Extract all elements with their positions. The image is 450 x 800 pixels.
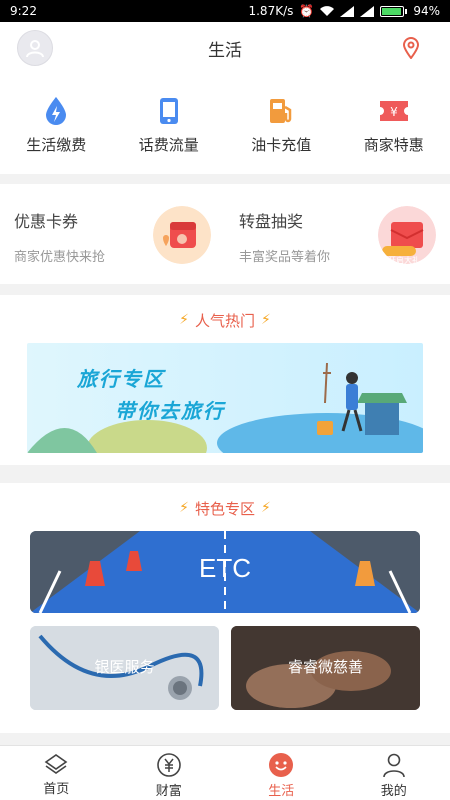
tab-label: 生活 bbox=[268, 784, 295, 799]
yen-coin-icon bbox=[156, 753, 181, 777]
bolt-icon: ⚡ bbox=[179, 500, 189, 516]
battery-percent: 94% bbox=[413, 4, 440, 18]
status-bar: 9:22 1.87K/s ⏰ 94% bbox=[0, 0, 450, 22]
travel-banner[interactable]: 旅行专区 带你去旅行 bbox=[27, 343, 423, 453]
hot-section-title: ⚡ 人气热门 ⚡ bbox=[0, 295, 450, 345]
tab-label: 财富 bbox=[155, 784, 182, 799]
location-pin-icon[interactable] bbox=[402, 37, 420, 59]
fuel-pump-icon bbox=[270, 99, 292, 123]
signal-icon bbox=[340, 5, 355, 17]
quick-action-label: 生活缴费 bbox=[26, 136, 87, 154]
water-drop-bolt-icon bbox=[46, 97, 67, 125]
tab-mine[interactable]: 我的 bbox=[338, 746, 450, 800]
quick-actions: 生活缴费 话费流量 油卡充值 ¥ 商家特惠 bbox=[0, 74, 450, 174]
page-title: 生活 bbox=[208, 40, 242, 61]
bottom-tab-bar: 首页 财富 生活 我的 bbox=[0, 745, 450, 800]
quick-action-fuel[interactable]: 油卡充值 bbox=[225, 74, 338, 174]
wifi-icon bbox=[320, 5, 335, 16]
etc-label: ETC bbox=[199, 553, 251, 583]
phone-icon bbox=[159, 98, 178, 124]
banner-line-2: 带你去旅行 bbox=[115, 399, 225, 423]
coupon-pouch-icon bbox=[153, 206, 211, 264]
network-speed: 1.87K/s bbox=[248, 4, 294, 18]
etc-banner[interactable]: ETC bbox=[30, 531, 420, 613]
smile-icon bbox=[269, 753, 294, 777]
home-icon bbox=[44, 754, 68, 774]
promo-coupons-card[interactable]: 优惠卡券 商家优惠快来抢 bbox=[0, 184, 225, 284]
quick-action-label: 商家特惠 bbox=[363, 136, 424, 154]
quick-action-label: 油卡充值 bbox=[251, 136, 312, 154]
svg-text:¥: ¥ bbox=[390, 105, 398, 119]
top-bar: 生活 bbox=[0, 22, 450, 74]
tab-life[interactable]: 生活 bbox=[225, 746, 338, 800]
gift-art-text: 开启大礼 bbox=[388, 256, 420, 265]
bolt-icon: ⚡ bbox=[261, 500, 271, 516]
quick-action-label: 话费流量 bbox=[138, 136, 199, 154]
card-label: 睿睿微慈善 bbox=[287, 658, 363, 676]
quick-action-phone[interactable]: 话费流量 bbox=[113, 74, 226, 174]
ticket-yen-icon: ¥ bbox=[379, 101, 408, 121]
alarm-icon: ⏰ bbox=[299, 4, 315, 18]
quick-action-merchant-deals[interactable]: ¥ 商家特惠 bbox=[338, 74, 450, 174]
section-title-text: 特色专区 bbox=[194, 499, 255, 518]
travel-banner-art bbox=[27, 362, 423, 453]
tab-label: 我的 bbox=[380, 784, 407, 799]
quick-action-utilities[interactable]: 生活缴费 bbox=[0, 74, 113, 174]
promo-lottery-card[interactable]: 转盘抽奖 丰富奖品等着你 开启大礼 bbox=[225, 184, 450, 284]
section-title-text: 人气热门 bbox=[194, 311, 255, 330]
tab-home[interactable]: 首页 bbox=[0, 746, 113, 800]
promo-row: 优惠卡券 商家优惠快来抢 转盘抽奖 丰富奖品等着你 开启大礼 bbox=[0, 184, 450, 284]
charity-card[interactable]: 睿睿微慈善 bbox=[231, 626, 420, 710]
bank-medical-card[interactable]: 银医服务 bbox=[30, 626, 219, 710]
tab-wealth[interactable]: 财富 bbox=[113, 746, 226, 800]
battery-icon bbox=[380, 5, 408, 17]
user-icon bbox=[26, 40, 44, 58]
special-section-title: ⚡ 特色专区 ⚡ bbox=[0, 483, 450, 533]
card-label: 银医服务 bbox=[94, 658, 155, 676]
person-icon bbox=[382, 753, 405, 778]
tab-label: 首页 bbox=[43, 782, 70, 797]
hot-section: ⚡ 人气热门 ⚡ 旅行专区 带你去旅行 bbox=[0, 295, 450, 465]
avatar[interactable] bbox=[17, 30, 53, 66]
bolt-icon: ⚡ bbox=[261, 312, 271, 328]
status-time: 9:22 bbox=[10, 4, 37, 18]
special-section: ⚡ 特色专区 ⚡ ETC 银医服务 睿睿微慈善 bbox=[0, 483, 450, 733]
signal-icon-2 bbox=[360, 5, 375, 17]
bolt-icon: ⚡ bbox=[179, 312, 189, 328]
banner-line-1: 旅行专区 bbox=[77, 367, 165, 391]
